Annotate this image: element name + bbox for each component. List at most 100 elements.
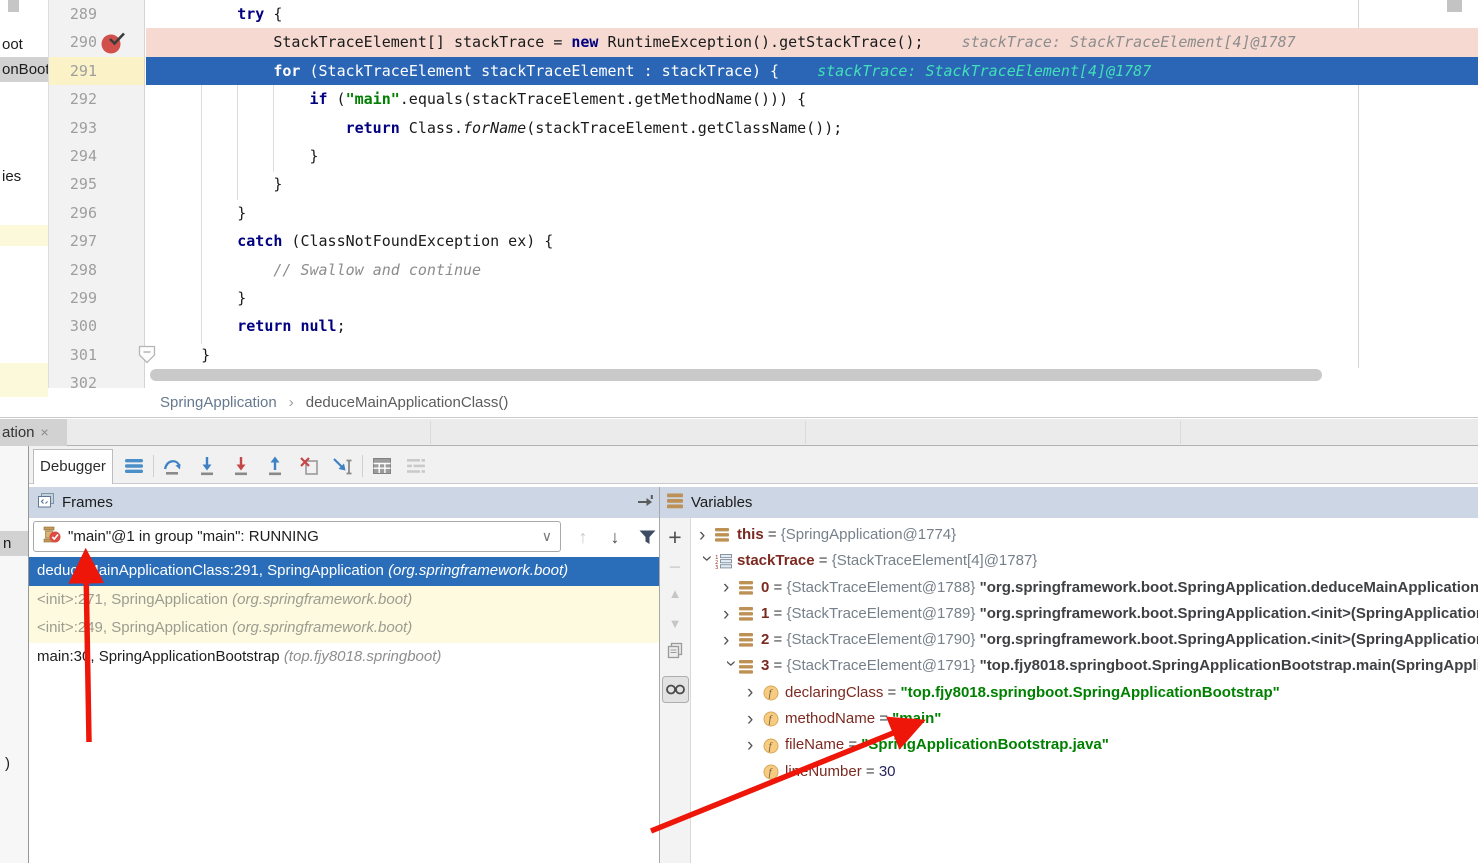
code-token: (StackTraceElement stackTraceElement : s… [300, 62, 779, 80]
tree-chevron-icon[interactable] [699, 526, 715, 545]
tree-chevron-icon[interactable] [747, 683, 763, 702]
variables-panel: this = {SpringApplication@1774}123stackT… [691, 518, 1478, 863]
background-tab-label: ation [2, 424, 35, 441]
step-out-icon[interactable] [262, 453, 288, 479]
editor-gutter: 2892902912922932942952962972982993003013… [48, 0, 145, 388]
show-watches-toggle-icon[interactable] [660, 676, 690, 708]
tree-chevron-icon[interactable] [723, 605, 739, 624]
equals-sign: = [844, 732, 861, 758]
layout-settings-icon[interactable] [403, 453, 429, 479]
tab-debugger[interactable]: Debugger [33, 449, 113, 484]
frame-row[interactable]: deduceMainApplicationClass:291, SpringAp… [29, 557, 659, 586]
gutter-line-number[interactable]: 298 [49, 256, 145, 284]
gutter-line-number[interactable]: 290 [49, 28, 145, 56]
next-frame-button[interactable]: ↓ [602, 524, 628, 550]
code-line: if ("main".equals(stackTraceElement.getM… [146, 85, 1478, 113]
variable-row[interactable]: 3 = {StackTraceElement@1791} "top.fjy801… [691, 653, 1478, 679]
frame-package: (org.springframework.boot) [232, 619, 412, 636]
frame-row[interactable]: <init>:271, SpringApplication (org.sprin… [29, 586, 659, 615]
move-down-icon[interactable]: ▼ [660, 616, 690, 631]
frames-list: deduceMainApplicationClass:291, SpringAp… [29, 557, 659, 672]
add-watch-icon[interactable]: + [660, 524, 690, 551]
gutter-line-number[interactable]: 296 [49, 199, 145, 227]
duplicate-watch-icon[interactable] [660, 642, 690, 664]
variable-reference: {StackTraceElement@1790} [786, 627, 979, 653]
gutter-line-number[interactable]: 293 [49, 114, 145, 142]
show-execution-point-icon[interactable] [121, 453, 147, 479]
gutter-line-number[interactable]: 297 [49, 227, 145, 255]
background-tree-fragment: oot [2, 36, 23, 53]
dock-pin-icon[interactable] [637, 493, 655, 513]
equals-sign: = [769, 601, 786, 627]
breadcrumb-method[interactable]: deduceMainApplicationClass() [306, 394, 509, 411]
variable-row[interactable]: this = {SpringApplication@1774} [691, 522, 1478, 548]
breadcrumb-class[interactable]: SpringApplication [160, 394, 277, 411]
variable-row[interactable]: 2 = {StackTraceElement@1790} "org.spring… [691, 627, 1478, 653]
code-token: } [309, 147, 318, 165]
close-icon[interactable]: × [41, 424, 49, 440]
code-line: } [146, 341, 1478, 368]
filter-frames-icon[interactable] [634, 524, 660, 550]
step-into-icon[interactable] [194, 453, 220, 479]
code-line: for (StackTraceElement stackTraceElement… [146, 57, 1478, 85]
code-token: forName [463, 119, 526, 137]
code-line: return Class.forName(stackTraceElement.g… [146, 114, 1478, 142]
variable-row[interactable]: 123stackTrace = {StackTraceElement[4]@17… [691, 548, 1478, 574]
gutter-line-number[interactable]: 295 [49, 170, 145, 198]
gutter-line-number[interactable]: 291 [49, 57, 145, 85]
code-token: .equals(stackTraceElement.getMethodName(… [400, 90, 806, 108]
tree-chevron-icon[interactable] [747, 736, 763, 755]
variable-reference: {StackTraceElement[4]@1787} [832, 548, 1038, 574]
breadcrumb-separator-icon: › [289, 394, 294, 411]
tree-chevron-icon[interactable] [747, 710, 763, 729]
code-token: } [201, 346, 210, 364]
editor-vertical-scroll-thumb[interactable] [1447, 0, 1462, 12]
evaluate-expression-icon[interactable] [369, 453, 395, 479]
remove-watch-icon[interactable]: − [660, 556, 690, 580]
variable-row[interactable]: ffileName = "SpringApplicationBootstrap.… [691, 732, 1478, 758]
value-icon [739, 660, 761, 674]
gutter-line-number[interactable]: 294 [49, 142, 145, 170]
tab-separator [1180, 421, 1181, 444]
variable-row[interactable]: flineNumber = 30 [691, 759, 1478, 785]
previous-frame-button[interactable]: ↑ [570, 524, 596, 550]
variable-name: 3 [761, 653, 769, 679]
variable-row[interactable]: 0 = {StackTraceElement@1788} "org.spring… [691, 575, 1478, 601]
gutter-line-number[interactable]: 300 [49, 312, 145, 340]
step-over-icon[interactable] [160, 453, 186, 479]
value-icon [739, 581, 761, 595]
force-step-into-icon[interactable] [228, 453, 254, 479]
breakpoint-icon[interactable] [100, 30, 126, 61]
editor-code-area[interactable]: try {StackTraceElement[] stackTrace = ne… [146, 0, 1478, 368]
tree-chevron-icon[interactable] [723, 631, 739, 650]
variable-row[interactable]: fdeclaringClass = "top.fjy8018.springboo… [691, 680, 1478, 706]
background-scroll-thumb[interactable] [8, 0, 19, 12]
background-fragment: ) [5, 755, 10, 772]
variable-row[interactable]: 1 = {StackTraceElement@1789} "org.spring… [691, 601, 1478, 627]
frame-row[interactable]: main:30, SpringApplicationBootstrap (top… [29, 643, 659, 672]
background-highlight-row [0, 225, 48, 246]
variable-row[interactable]: fmethodName = "main" [691, 706, 1478, 732]
run-to-cursor-icon[interactable] [330, 453, 356, 479]
tree-chevron-icon[interactable] [698, 555, 717, 571]
gutter-line-number[interactable]: 301 [49, 341, 145, 369]
gutter-line-number[interactable]: 292 [49, 85, 145, 113]
debugger-tab-row: Debugger [29, 446, 1478, 484]
thread-icon [42, 525, 61, 548]
tree-chevron-icon[interactable] [722, 660, 741, 676]
gutter-line-number[interactable]: 299 [49, 284, 145, 312]
array-icon: 123 [715, 554, 737, 569]
editor-horizontal-scrollbar[interactable] [150, 369, 1322, 381]
code-token: for [273, 62, 300, 80]
move-up-icon[interactable]: ▲ [660, 586, 690, 601]
drop-frame-icon[interactable] [296, 453, 322, 479]
tree-chevron-icon[interactable] [723, 578, 739, 597]
gutter-line-number[interactable]: 302 [49, 369, 145, 388]
frame-row[interactable]: <init>:249, SpringApplication (org.sprin… [29, 614, 659, 643]
field-icon: f [763, 711, 785, 727]
gutter-line-number[interactable]: 289 [49, 0, 145, 28]
thread-selector-dropdown[interactable]: "main"@1 in group "main": RUNNING ∨ [33, 521, 561, 552]
background-editor-tab[interactable]: ation × [0, 419, 67, 446]
equals-sign: = [769, 575, 786, 601]
bookmark-icon[interactable] [138, 345, 156, 369]
